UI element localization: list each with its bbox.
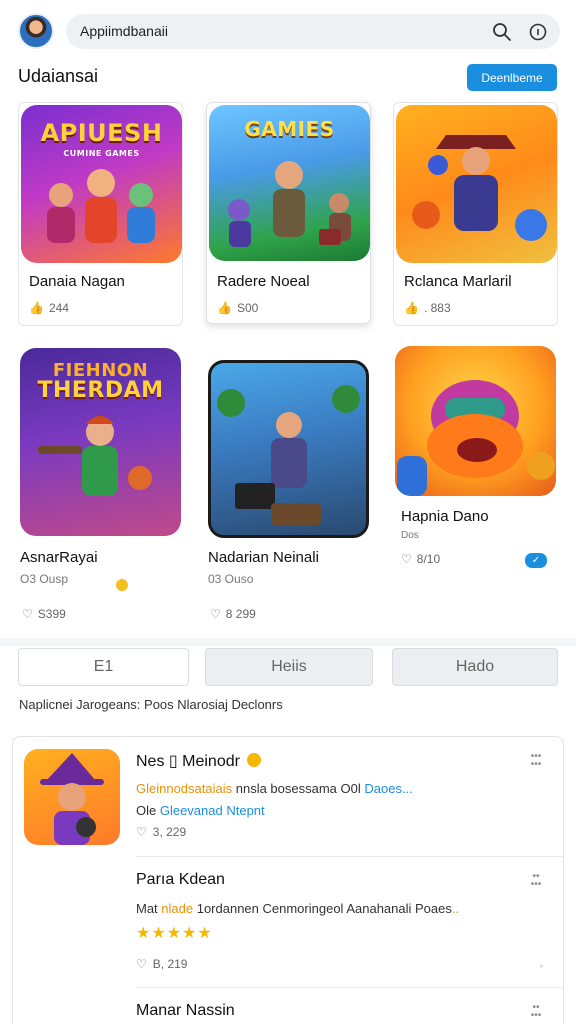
heart-icon: ♡ [22, 607, 33, 621]
app-card[interactable]: GAMIES Radere Noeal 👍 S00 [206, 102, 371, 324]
list-item[interactable]: Parıa Kdean Mat nlade 1ordannen Cenmorin… [13, 857, 563, 987]
likes-count: ♡ B, 219 [136, 957, 187, 971]
thumbs-up-icon: 👍 [29, 301, 44, 315]
tab-hado[interactable]: Hado [392, 648, 558, 686]
heart-icon: ♡ [136, 825, 147, 839]
info-icon[interactable] [528, 22, 548, 42]
section-title: Udaiansai [18, 66, 99, 86]
app-artwork [208, 360, 369, 538]
tab-heiis[interactable]: Heiis [205, 648, 373, 686]
likes-value: B, 219 [152, 957, 188, 971]
top-bar: Appiimdbanaii [0, 0, 576, 62]
likes-value: 244 [48, 301, 69, 315]
tab-e1[interactable]: E1 [18, 648, 189, 686]
app-card[interactable]: Hapnia Dano Dos ♡ 8/10 ✓ [393, 346, 558, 586]
section-separator [0, 638, 576, 646]
more-options-icon[interactable]: •• ••• [523, 872, 549, 890]
hero-figures-illustration [412, 135, 547, 241]
thumbs-up-icon: 👍 [404, 301, 419, 315]
likes-count: 👍 244 [29, 301, 69, 315]
app-card[interactable]: Nadarian Neinali 03 Ouso ♡ 8 299 [206, 358, 371, 636]
likes-value: S00 [236, 301, 259, 315]
likes-value: . 883 [423, 301, 451, 315]
more-options-icon[interactable]: •• ••• [523, 1003, 549, 1021]
wizard-illustration [40, 753, 104, 845]
description-text: 1ordannen Cenmoringeol Aanahanali Poaes [193, 901, 452, 916]
app-name: AsnarRayai [20, 549, 98, 566]
heart-icon: ♡ [401, 552, 412, 566]
likes-count: ♡ 8 299 [210, 607, 256, 621]
description-prefix: Ole [136, 803, 160, 818]
app-subtitle: 03 Ouso [208, 572, 254, 586]
likes-count: 👍 S00 [217, 301, 258, 315]
description-link[interactable]: Daoes... [364, 781, 412, 796]
app-name: Rclanca Marlaril [404, 273, 512, 290]
description-tail: .. [451, 901, 460, 916]
list-item[interactable]: Nes ▯ Meinodr Gleinnodsataiais nnsla bos… [13, 737, 563, 857]
description-text: nnsla bosessama O0l [232, 781, 365, 796]
section-subtitle: Naplicnei Jarogeans: Poos Nlarosiaj Decl… [19, 697, 283, 712]
likes-value: 8 299 [225, 607, 256, 621]
likes-count: ♡ 8/10 [401, 552, 440, 566]
app-card[interactable]: FIEHNON THERDAM AsnarRayai O3 Ousp ♡ S399 [18, 346, 183, 636]
likes-count: ♡ 3, 229 [136, 825, 186, 839]
likes-value: S399 [37, 607, 66, 621]
chevron-icon[interactable]: ◦ [540, 961, 543, 971]
thumbs-up-icon: 👍 [217, 301, 232, 315]
hero-figures-illustration [228, 161, 351, 247]
download-button[interactable]: Deenlbeme [467, 64, 557, 91]
list-item-description-2: Ole Gleevanad Ntepnt [136, 803, 265, 818]
list-item-title: Parıa Kdean [136, 871, 225, 888]
search-icon[interactable] [492, 22, 512, 42]
app-card[interactable]: Rclanca Marlaril 👍 . 883 [393, 102, 558, 326]
list-item-description: Mat nlade 1ordannen Cenmoringeol Aanahan… [136, 901, 459, 916]
star-rating: ★★★★★ [136, 925, 213, 942]
description-link[interactable]: Gleevanad Ntepnt [160, 803, 265, 818]
list-item-title: Manar Nassin [136, 1002, 235, 1019]
app-artwork [396, 105, 557, 263]
likes-count: 👍 . 883 [404, 301, 451, 315]
hero-figures-illustration [38, 416, 152, 496]
list-panel: Nes ▯ Meinodr Gleinnodsataiais nnsla bos… [12, 736, 564, 1024]
heart-icon: ♡ [210, 607, 221, 621]
emoji-badge-icon [247, 753, 261, 767]
hero-figures-illustration [397, 380, 555, 496]
list-item[interactable]: Manar Nassin •• ••• [13, 988, 563, 1024]
app-icon [24, 749, 120, 845]
app-card[interactable]: APIUESH CUMINE GAMES Danaia Nagan 👍 244 [18, 102, 183, 326]
app-name: Danaia Nagan [29, 273, 125, 290]
app-name: Nadarian Neinali [208, 549, 319, 566]
description-prefix: Mat [136, 901, 162, 916]
likes-value: 8/10 [416, 552, 441, 566]
app-artwork: GAMIES [209, 105, 370, 261]
app-name: Radere Noeal [217, 273, 310, 290]
highlight-text: Gleinnodsataiais [136, 781, 233, 796]
app-artwork: FIEHNON THERDAM [20, 348, 181, 536]
search-input[interactable]: Appiimdbanaii [80, 23, 168, 39]
app-name: Hapnia Dano [401, 508, 489, 525]
app-subtitle: Dos [401, 530, 419, 541]
list-item-title: Nes ▯ Meinodr [136, 753, 240, 770]
hero-figures-illustration [217, 385, 360, 525]
highlight-text: nlade [161, 901, 194, 916]
verified-badge-icon[interactable]: ✓ [525, 553, 547, 568]
search-bar[interactable]: Appiimdbanaii [66, 14, 560, 49]
likes-count: ♡ S399 [22, 607, 66, 621]
heart-icon: ♡ [136, 957, 147, 971]
avatar[interactable] [18, 13, 54, 49]
app-artwork: APIUESH CUMINE GAMES [21, 105, 182, 263]
list-item-description: Gleinnodsataiais nnsla bosessama O0l Dao… [136, 781, 413, 796]
premium-badge-icon [116, 579, 128, 591]
app-artwork [395, 346, 556, 496]
more-options-icon[interactable]: ••• ••• [523, 752, 549, 770]
likes-value: 3, 229 [152, 825, 187, 839]
hero-figures-illustration [47, 169, 155, 243]
app-subtitle: O3 Ousp [20, 572, 69, 586]
